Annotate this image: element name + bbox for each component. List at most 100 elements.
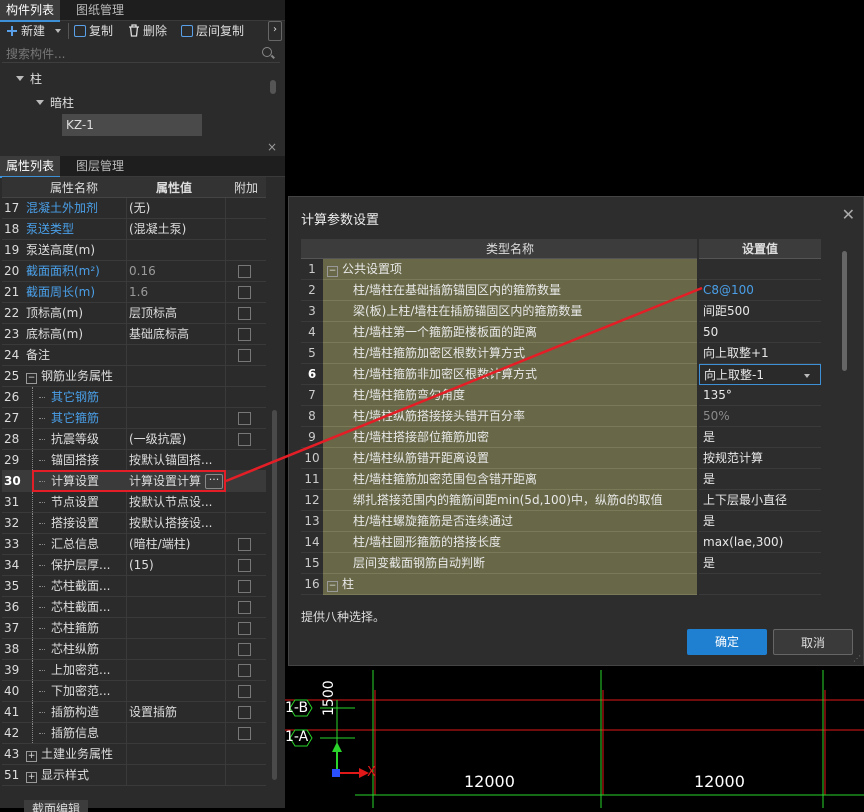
setting-value[interactable]: 是 (699, 553, 821, 574)
property-row[interactable]: 25 − 钢筋业务属性 (2, 366, 266, 387)
property-row[interactable]: 28 抗震等级 (一级抗震) (2, 429, 266, 450)
new-button[interactable]: 新建 (6, 21, 61, 41)
property-row[interactable]: 31 节点设置 按默认节点设... (2, 492, 266, 513)
property-value[interactable]: 1.6 (129, 282, 224, 302)
setting-row[interactable]: 4 柱/墙柱第一个箍筋距楼板面的距离 50 (301, 322, 821, 343)
setting-value[interactable] (699, 259, 821, 280)
setting-value[interactable]: 间距500 (699, 301, 821, 322)
close-icon[interactable]: ✕ (842, 205, 855, 224)
property-row[interactable]: 35 芯柱截面... (2, 576, 266, 597)
attach-checkbox[interactable] (238, 706, 251, 719)
setting-row[interactable]: 13 柱/墙柱螺旋箍筋是否连续通过是 (301, 511, 821, 532)
search-input[interactable]: 搜索构件... (6, 45, 65, 62)
property-row[interactable]: 22 顶标高(m) 层顶标高 (2, 303, 266, 324)
setting-row[interactable]: 5 柱/墙柱箍筋加密区根数计算方式 向上取整+1 (301, 343, 821, 364)
setting-row[interactable]: 6 柱/墙柱箍筋非加密区根数计算方式 向上取整-1 (301, 364, 821, 385)
resize-grip-icon[interactable]: ⋰ (853, 654, 861, 663)
property-value[interactable]: 0.16 (129, 261, 224, 281)
setting-value[interactable]: 向上取整-1 (699, 364, 821, 385)
setting-row[interactable]: 1− 公共设置项 (301, 259, 821, 280)
attach-checkbox[interactable] (238, 328, 251, 341)
attach-checkbox[interactable] (238, 412, 251, 425)
property-row[interactable]: 39 上加密范... (2, 660, 266, 681)
setting-row[interactable]: 12 绑扎搭接范围内的箍筋间距min(5d,100)中，纵筋d的取值 上下层最小直径 (301, 490, 821, 511)
property-row[interactable]: 34 保护层厚... (15) (2, 555, 266, 576)
setting-value[interactable] (699, 574, 821, 595)
property-value[interactable]: 基础底标高 (129, 324, 224, 344)
attach-checkbox[interactable] (238, 538, 251, 551)
tab-property-list[interactable]: 属性列表 (0, 156, 61, 178)
setting-row[interactable]: 14 柱/墙柱圆形箍筋的搭接长度 max(lae,300) (301, 532, 821, 553)
property-row[interactable]: 37 芯柱箍筋 (2, 618, 266, 639)
property-row[interactable]: 36 芯柱截面... (2, 597, 266, 618)
property-row[interactable]: 43 + 土建业务属性 (2, 744, 266, 765)
expand-caret-icon[interactable] (36, 100, 44, 105)
setting-row[interactable]: 2 柱/墙柱在基础插筋锚固区内的箍筋数量 C8@100 (301, 280, 821, 301)
attach-checkbox[interactable] (238, 349, 251, 362)
attach-checkbox[interactable] (238, 559, 251, 572)
setting-row[interactable]: 15 层间变截面钢筋自动判断是 (301, 553, 821, 574)
property-row[interactable]: 20 截面面积(m²) 0.16 (2, 261, 266, 282)
expand-toggle-icon[interactable]: − (26, 373, 37, 384)
property-row[interactable]: 24 备注 (2, 345, 266, 366)
ok-button[interactable]: 确定 (687, 629, 767, 655)
setting-value[interactable]: 是 (699, 469, 821, 490)
tree-item-kz1[interactable]: KZ-1 (62, 114, 202, 136)
setting-value[interactable]: 是 (699, 427, 821, 448)
attach-checkbox[interactable] (238, 643, 251, 656)
tree-node-child[interactable]: 暗柱 (36, 94, 74, 111)
collapse-toggle-icon[interactable]: − (327, 581, 338, 592)
property-value[interactable]: 按默认锚固搭... (129, 450, 224, 470)
setting-value[interactable]: 50% (699, 406, 821, 427)
property-value[interactable]: (混凝土泵) (129, 219, 224, 239)
attach-checkbox[interactable] (238, 286, 251, 299)
property-row[interactable]: 17 混凝土外加剂 (无) (2, 198, 266, 219)
tab-section-edit[interactable]: 截面编辑 (24, 800, 88, 812)
property-row[interactable]: 29 锚固搭接 按默认锚固搭... (2, 450, 266, 471)
setting-value[interactable]: 向上取整+1 (699, 343, 821, 364)
tab-layer-manage[interactable]: 图层管理 (70, 156, 130, 176)
property-value[interactable]: 按默认搭接设... (129, 513, 224, 533)
expand-toggle-icon[interactable]: + (26, 772, 37, 783)
setting-value[interactable]: 50 (699, 322, 821, 343)
attach-checkbox[interactable] (238, 580, 251, 593)
tree-node-root[interactable]: 柱 (16, 70, 42, 87)
property-row[interactable]: 21 截面周长(m) 1.6 (2, 282, 266, 303)
expand-toggle-icon[interactable]: + (26, 751, 37, 762)
setting-row[interactable]: 8 柱/墙柱纵筋搭接接头错开百分率 50% (301, 406, 821, 427)
collapse-toggle-icon[interactable]: − (327, 266, 338, 277)
property-row[interactable]: 33 汇总信息 (暗柱/端柱) (2, 534, 266, 555)
floor-copy-button[interactable]: 层间复制 (181, 21, 244, 41)
tab-component-list[interactable]: 构件列表 (0, 0, 61, 22)
setting-row[interactable]: 10 柱/墙柱纵筋错开距离设置 按规范计算 (301, 448, 821, 469)
tab-drawing-manage[interactable]: 图纸管理 (70, 0, 130, 20)
property-row[interactable]: 19 泵送高度(m) (2, 240, 266, 261)
attach-checkbox[interactable] (238, 307, 251, 320)
property-value[interactable]: 设置插筋 (129, 702, 224, 722)
search-box[interactable]: 搜索构件... (2, 43, 280, 63)
setting-value[interactable]: 上下层最小直径 (699, 490, 821, 511)
delete-button[interactable]: 删除 (128, 21, 167, 41)
attach-checkbox[interactable] (238, 622, 251, 635)
setting-row[interactable]: 9 柱/墙柱搭接部位箍筋加密是 (301, 427, 821, 448)
attach-checkbox[interactable] (238, 433, 251, 446)
dropdown-arrow-icon[interactable] (804, 374, 810, 378)
copy-button[interactable]: 复制 (74, 21, 113, 41)
new-dropdown-icon[interactable] (54, 29, 61, 33)
property-row[interactable]: 51 + 显示样式 (2, 765, 266, 786)
attach-checkbox[interactable] (238, 664, 251, 677)
property-value[interactable]: 按默认节点设... (129, 492, 224, 512)
attach-checkbox[interactable] (238, 685, 251, 698)
property-row[interactable]: 38 芯柱纵筋 (2, 639, 266, 660)
setting-row[interactable]: 7 柱/墙柱箍筋弯勾角度 135° (301, 385, 821, 406)
property-row[interactable]: 23 底标高(m) 基础底标高 (2, 324, 266, 345)
setting-value[interactable]: C8@100 (699, 280, 821, 301)
grid-scrollbar[interactable] (842, 251, 847, 371)
property-row[interactable]: 32 搭接设置 按默认搭接设... (2, 513, 266, 534)
property-value[interactable]: (15) (129, 555, 224, 575)
property-row[interactable]: 42 插筋信息 (2, 723, 266, 744)
expand-caret-icon[interactable] (16, 76, 24, 81)
setting-value[interactable]: 是 (699, 511, 821, 532)
property-scrollbar[interactable] (272, 410, 277, 780)
property-row[interactable]: 41 插筋构造 设置插筋 (2, 702, 266, 723)
